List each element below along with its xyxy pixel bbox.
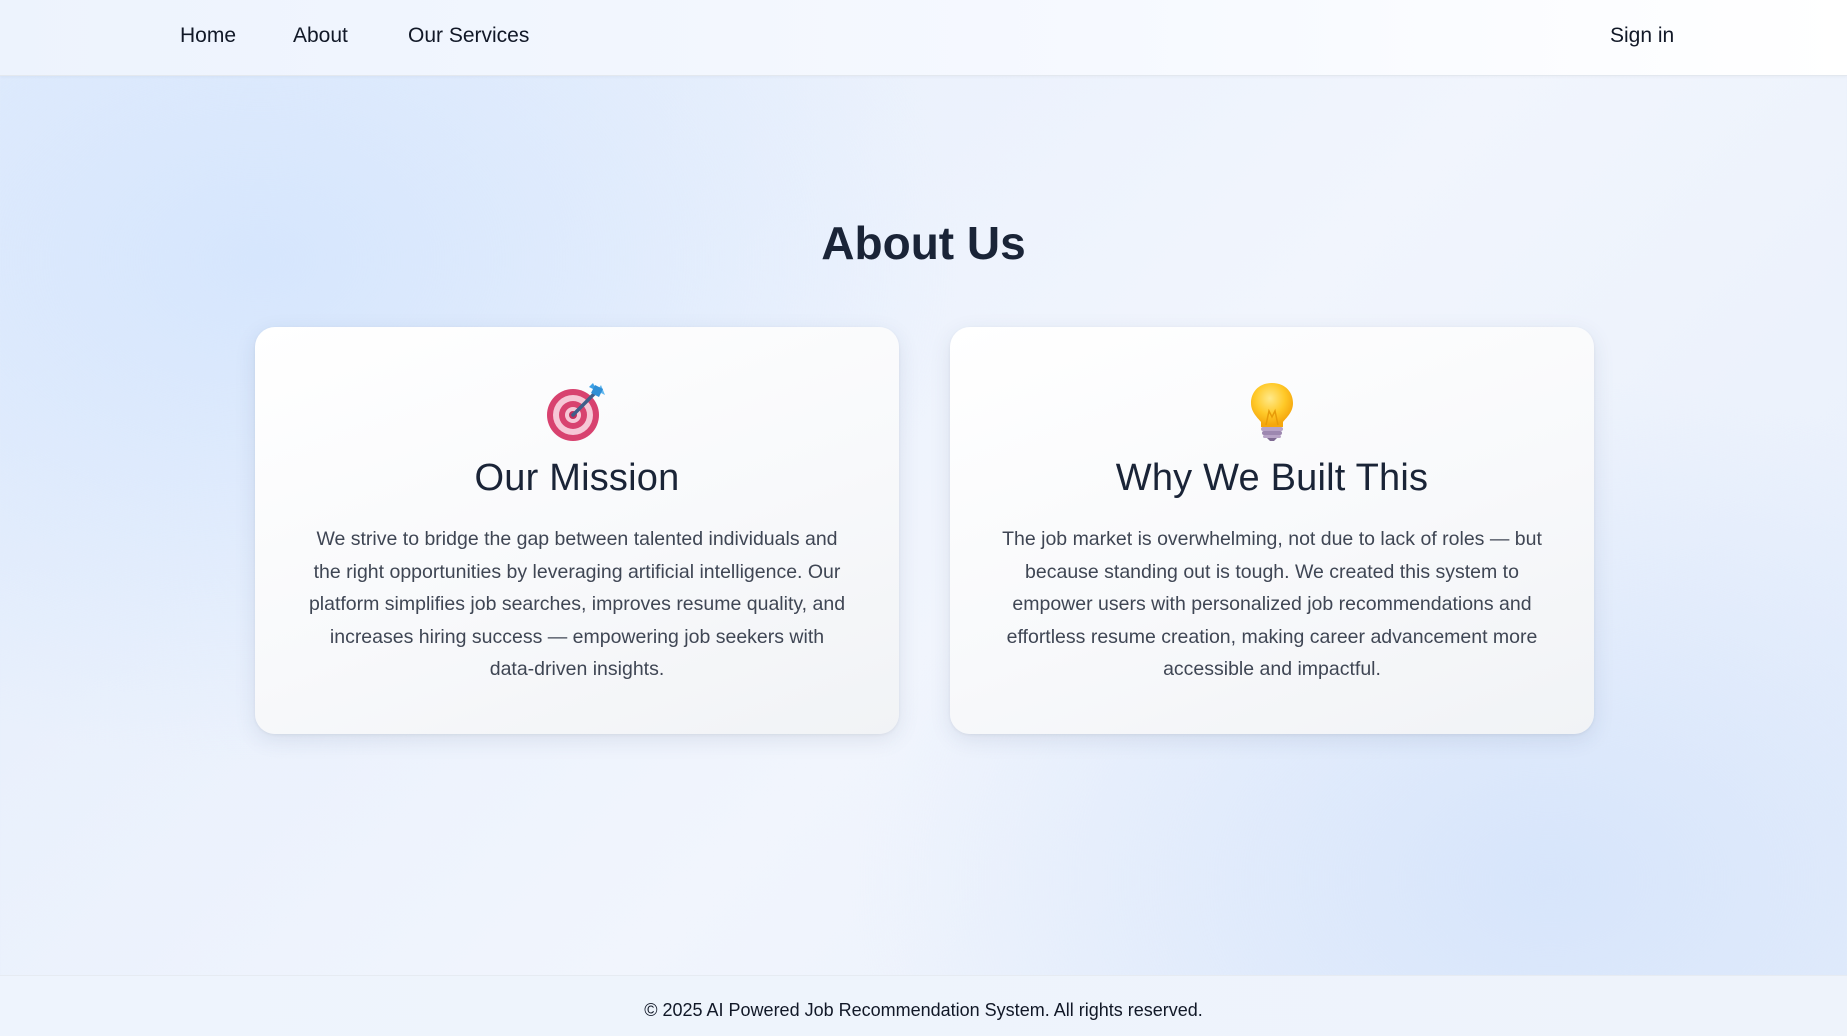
card-description: The job market is overwhelming, not due … — [1002, 528, 1542, 680]
lightbulb-icon — [1240, 379, 1304, 443]
card-title: Why We Built This — [1115, 457, 1429, 499]
sign-in-link[interactable]: Sign in — [1610, 22, 1674, 50]
card-description: We strive to bridge the gap between tale… — [308, 528, 846, 680]
top-navbar: Home About Our Services Sign in — [0, 0, 1847, 76]
footer: © 2025 AI Powered Job Recommendation Sys… — [0, 975, 1847, 1036]
nav-link-our-services[interactable]: Our Services — [408, 22, 529, 50]
why-we-built-card: Why We Built This The job market is over… — [950, 327, 1594, 734]
mission-card: Our Mission We strive to bridge the gap … — [255, 327, 899, 734]
target-dart-icon — [545, 379, 609, 443]
nav-link-about[interactable]: About — [293, 22, 348, 50]
page-title: About Us — [821, 217, 1026, 269]
copyright-text: © 2025 AI Powered Job Recommendation Sys… — [644, 1000, 1203, 1020]
card-title: Our Mission — [474, 457, 680, 499]
nav-link-home[interactable]: Home — [180, 22, 236, 50]
